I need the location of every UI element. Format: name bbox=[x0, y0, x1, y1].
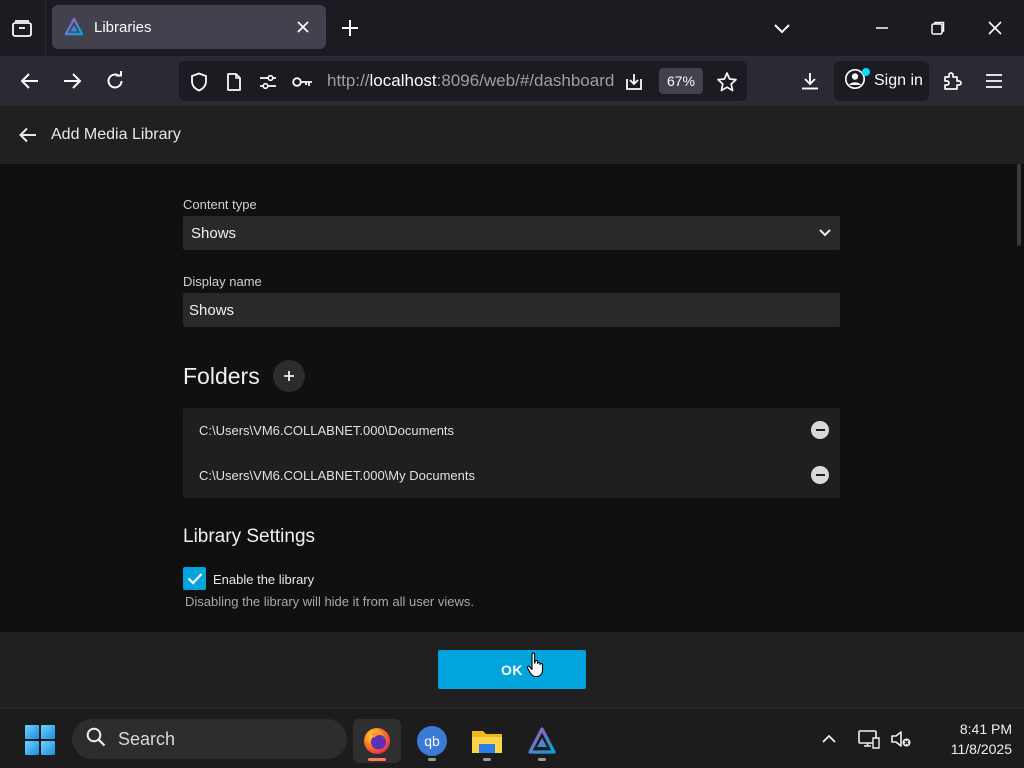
running-indicator bbox=[483, 758, 491, 761]
content-scrollbar[interactable] bbox=[1017, 164, 1021, 246]
bookmark-star-icon[interactable] bbox=[716, 71, 738, 93]
folder-path: C:\Users\VM6.COLLABNET.000\My Documents bbox=[199, 468, 475, 483]
dialog-footer: OK bbox=[0, 632, 1024, 708]
clock-date: 11/8/2025 bbox=[950, 741, 1012, 757]
notification-dot bbox=[862, 68, 870, 76]
tab-libraries[interactable]: Libraries bbox=[52, 5, 326, 49]
active-indicator bbox=[368, 758, 386, 761]
library-form: Content type Shows Display name Folders … bbox=[0, 164, 1024, 632]
plus-icon bbox=[284, 371, 294, 381]
display-name-label: Display name bbox=[183, 274, 262, 289]
enable-library-checkbox[interactable] bbox=[183, 567, 206, 590]
key-icon[interactable] bbox=[292, 71, 314, 93]
svg-text:qb: qb bbox=[424, 733, 440, 749]
close-tab-icon[interactable] bbox=[292, 16, 314, 38]
sign-in-label: Sign in bbox=[874, 72, 923, 89]
firefox-taskbar-icon[interactable] bbox=[353, 719, 401, 763]
content-type-select[interactable]: Shows bbox=[183, 216, 840, 250]
tab-separator bbox=[45, 0, 46, 56]
reload-icon[interactable] bbox=[99, 65, 131, 97]
downloads-icon[interactable] bbox=[794, 65, 826, 97]
windows-start-icon[interactable] bbox=[24, 724, 56, 756]
add-folder-button[interactable] bbox=[273, 360, 305, 392]
browser-tabstrip: Libraries bbox=[0, 0, 1024, 56]
forward-icon[interactable] bbox=[56, 65, 88, 97]
hand-cursor-icon bbox=[526, 652, 544, 678]
minus-icon bbox=[815, 429, 825, 431]
zoom-level-badge[interactable]: 67% bbox=[659, 68, 703, 94]
url-text[interactable]: http://localhost:8096/web/#/dashboard bbox=[327, 71, 617, 91]
back-icon[interactable] bbox=[14, 65, 46, 97]
jellyfin-taskbar-icon[interactable] bbox=[518, 719, 566, 763]
page-title: Add Media Library bbox=[51, 126, 181, 143]
page-info-icon[interactable] bbox=[223, 71, 245, 93]
chevron-down-icon[interactable] bbox=[768, 14, 796, 42]
shield-icon[interactable] bbox=[188, 71, 210, 93]
folder-list: C:\Users\VM6.COLLABNET.000\Documents C:\… bbox=[183, 408, 840, 498]
search-icon bbox=[86, 727, 106, 752]
clock-time: 8:41 PM bbox=[959, 721, 1012, 737]
remove-folder-button[interactable] bbox=[811, 421, 829, 439]
download-page-icon[interactable] bbox=[623, 71, 645, 93]
running-indicator bbox=[428, 758, 436, 761]
content-type-label: Content type bbox=[183, 197, 257, 212]
ok-button[interactable]: OK bbox=[438, 650, 586, 689]
minus-icon bbox=[815, 474, 825, 476]
list-item: C:\Users\VM6.COLLABNET.000\Documents bbox=[183, 408, 840, 453]
search-label: Search bbox=[118, 728, 176, 749]
qbittorrent-taskbar-icon[interactable]: qb bbox=[408, 719, 456, 763]
list-item: C:\Users\VM6.COLLABNET.000\My Documents bbox=[183, 453, 840, 498]
volume-muted-icon[interactable] bbox=[889, 727, 913, 751]
enable-library-label: Enable the library bbox=[213, 572, 315, 587]
system-clock[interactable]: 8:41 PM 11/8/2025 bbox=[920, 719, 1012, 759]
restore-icon[interactable] bbox=[924, 14, 952, 42]
library-settings-heading: Library Settings bbox=[183, 526, 316, 547]
running-indicator bbox=[538, 758, 546, 761]
new-tab-icon[interactable] bbox=[338, 16, 362, 40]
back-arrow-icon[interactable] bbox=[16, 123, 40, 147]
network-icon[interactable] bbox=[857, 727, 881, 751]
chevron-up-icon[interactable] bbox=[817, 727, 841, 751]
list-all-tabs-icon[interactable] bbox=[8, 14, 36, 42]
enable-library-description: Disabling the library will hide it from … bbox=[185, 594, 474, 609]
minimize-icon[interactable] bbox=[868, 14, 896, 42]
content-type-value: Shows bbox=[191, 225, 237, 242]
extensions-icon[interactable] bbox=[936, 65, 968, 97]
taskbar-search[interactable]: Search bbox=[72, 719, 347, 759]
url-bar[interactable]: http://localhost:8096/web/#/dashboard 67… bbox=[179, 61, 747, 101]
checkmark-icon bbox=[187, 573, 202, 585]
sign-in-button[interactable]: Sign in bbox=[834, 61, 929, 101]
folders-heading: Folders bbox=[183, 363, 260, 389]
file-explorer-taskbar-icon[interactable] bbox=[463, 719, 511, 763]
folder-path: C:\Users\VM6.COLLABNET.000\Documents bbox=[199, 423, 455, 438]
menu-icon[interactable] bbox=[978, 65, 1010, 97]
jellyfin-favicon-icon bbox=[64, 17, 84, 37]
close-window-icon[interactable] bbox=[981, 14, 1009, 42]
app-header: Add Media Library bbox=[0, 106, 1024, 164]
tab-title: Libraries bbox=[94, 18, 152, 36]
windows-taskbar: Search qb 8:41 PM 11/8/2025 bbox=[0, 708, 1024, 768]
chevron-down-icon bbox=[816, 224, 834, 242]
permissions-icon[interactable] bbox=[257, 71, 279, 93]
display-name-input[interactable] bbox=[183, 293, 840, 327]
remove-folder-button[interactable] bbox=[811, 466, 829, 484]
browser-navbar: http://localhost:8096/web/#/dashboard 67… bbox=[0, 56, 1024, 106]
